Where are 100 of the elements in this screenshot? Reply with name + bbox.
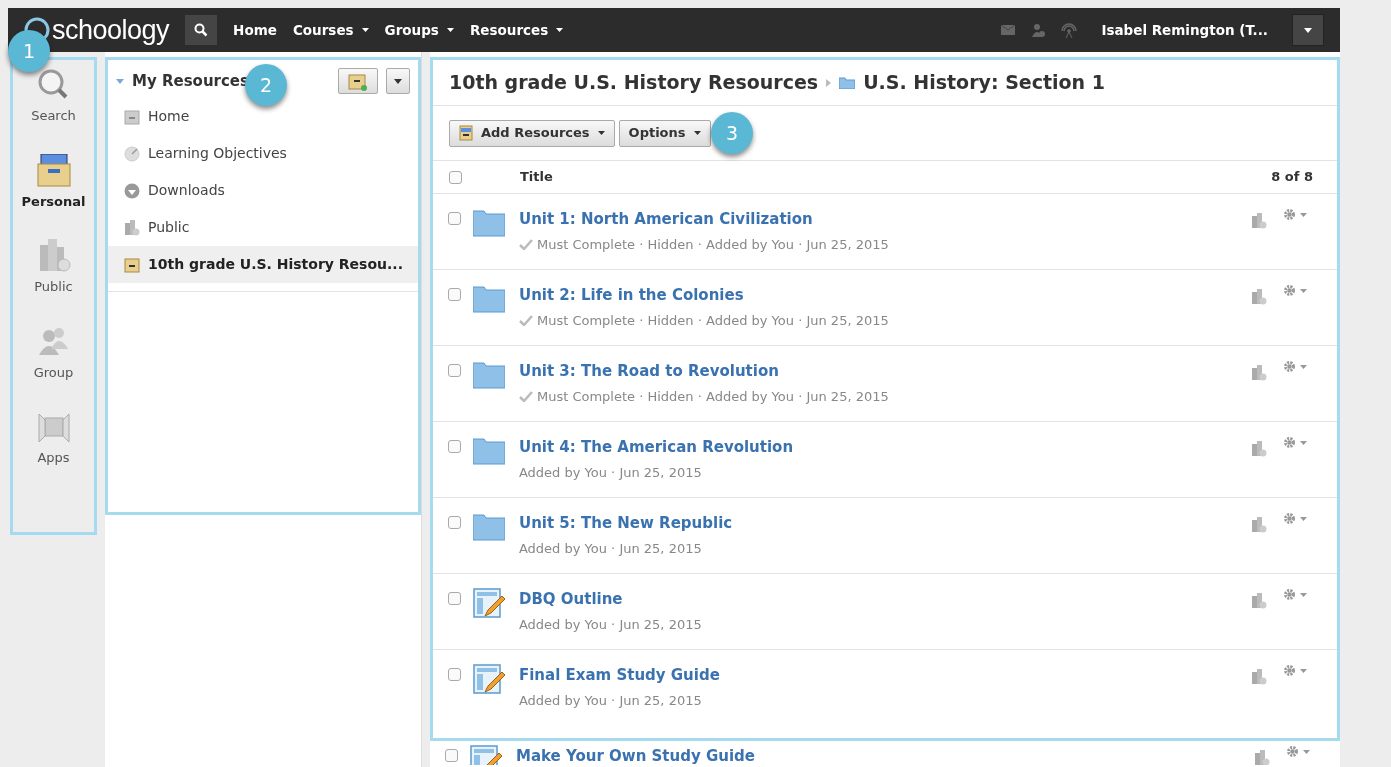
rail-item[interactable]: Group [13,324,94,382]
row-checkbox[interactable] [447,668,461,681]
item-title-link[interactable]: DBQ Outline [518,588,702,611]
caret-icon [1300,592,1307,597]
gear-menu-button[interactable] [1283,208,1307,221]
page-pencil-icon [472,664,505,694]
item-count: 8 of 8 [1271,168,1313,187]
gear-menu-button[interactable] [1283,284,1307,297]
row-checkbox[interactable] [444,749,458,762]
gear-menu-button[interactable] [1283,588,1307,601]
row-checkbox[interactable] [447,288,461,301]
nav-link[interactable]: Resources [461,19,572,41]
buildings-icon [1251,516,1267,533]
nav-link[interactable]: Home [225,19,285,41]
caret-icon [1303,749,1310,754]
cabinet-icon [124,108,140,125]
gear-menu-button[interactable] [1283,512,1307,525]
logo-text: schoology [52,16,170,44]
breadcrumb-link[interactable]: 10th grade U.S. History Resources [448,68,819,97]
item-meta: Must Complete · Hidden · Added by You · Jun 25, 2015 [536,311,889,330]
buildings-icon [1251,364,1267,381]
item-title-link[interactable]: Unit 3: The Road to Revolution [518,360,889,383]
settings-icon [1283,436,1296,449]
item-meta: Added by You · Jun 25, 2015 [518,539,702,558]
box-icon [124,256,140,273]
gear-menu-button[interactable] [1283,664,1307,677]
folder-icon [839,76,856,89]
settings-icon [1283,284,1296,297]
row-checkbox[interactable] [447,212,461,225]
settings-icon [1283,512,1296,525]
item-meta: Must Complete · Hidden · Added by You · Jun 25, 2015 [536,387,889,406]
row-checkbox[interactable] [447,592,461,605]
settings-icon [1283,588,1296,601]
dropdown-button[interactable] [385,68,410,94]
folder-icon [472,360,505,390]
toolbar-button[interactable]: Options [618,119,711,147]
item-title-link[interactable]: Unit 4: The American Revolution [518,436,794,459]
folder-icon [472,208,505,238]
gear-menu-button[interactable] [1283,436,1307,449]
buildings-icon [1251,440,1267,457]
folder-icon [472,284,505,314]
folder-icon [472,512,505,542]
rail-item[interactable]: Public [13,239,94,297]
buildings-icon [1251,592,1267,609]
caret-icon [1300,212,1307,217]
person-icon [1031,23,1046,37]
rail-item[interactable]: Personal [13,153,94,211]
folder-icon [472,436,505,466]
settings-icon [1283,360,1296,373]
toolbar-button[interactable]: Add Resources [448,119,615,147]
page-pencil-icon [472,588,505,618]
row-checkbox[interactable] [447,364,461,377]
buildings-icon [1251,668,1267,685]
search-button[interactable] [185,15,218,45]
row-checkbox[interactable] [447,516,461,529]
caret-icon [1300,288,1307,293]
row-checkbox[interactable] [447,440,461,453]
download-icon [124,182,140,199]
rail-item[interactable]: Apps [13,410,94,468]
item-title-link[interactable]: Unit 1: North American Civilization [518,208,889,231]
column-header: Title [519,168,553,187]
item-title-link[interactable]: Unit 5: The New Republic [518,512,733,535]
resource-item[interactable]: Downloads [108,172,418,209]
add-collection-button[interactable] [337,68,378,94]
buildings-icon [1251,212,1267,229]
item-meta: Added by You · Jun 25, 2015 [518,691,702,710]
select-all-checkbox[interactable] [448,170,462,184]
caret-icon [1300,364,1307,369]
signal-icon [1061,22,1078,38]
box-icon [347,72,368,91]
buildings-icon [124,219,140,236]
item-title-link[interactable]: Unit 2: Life in the Colonies [518,284,889,307]
chevron-icon [826,78,832,87]
resource-item[interactable]: 10th grade U.S. History Resou... [108,246,418,283]
item-title-link[interactable]: Final Exam Study Guide [518,664,720,687]
gear-menu-button[interactable] [1283,360,1307,373]
nav-link[interactable]: Groups [376,19,462,41]
caret-icon [393,79,402,85]
settings-icon [1283,208,1296,221]
user-menu-button[interactable] [1292,14,1324,46]
nav-link[interactable]: Courses [284,19,377,41]
item-meta: Must Complete · Hidden · Added by You · Jun 25, 2015 [536,235,889,254]
gear-menu-button[interactable] [1286,745,1310,758]
buildings-icon [1254,749,1270,765]
box-icon [458,125,473,141]
breadcrumb-current: U.S. History: Section 1 [863,70,1105,96]
settings-icon [1286,745,1299,758]
caret-icon [1304,27,1312,33]
caret-icon [1300,516,1307,521]
caret-icon [693,131,701,135]
item-meta: Added by You · Jun 25, 2015 [518,615,702,634]
item-meta: Added by You · Jun 25, 2015 [518,463,702,482]
item-title-link[interactable]: Make Your Own Study Guide [515,745,755,765]
box-icon [36,153,71,188]
resource-item[interactable]: Public [108,209,418,246]
target-icon [124,145,140,162]
settings-icon [1283,664,1296,677]
search-icon [194,23,209,37]
resource-item[interactable]: Learning Objectives [108,135,418,172]
user-name[interactable]: Isabel Remington (T... [1101,19,1268,41]
